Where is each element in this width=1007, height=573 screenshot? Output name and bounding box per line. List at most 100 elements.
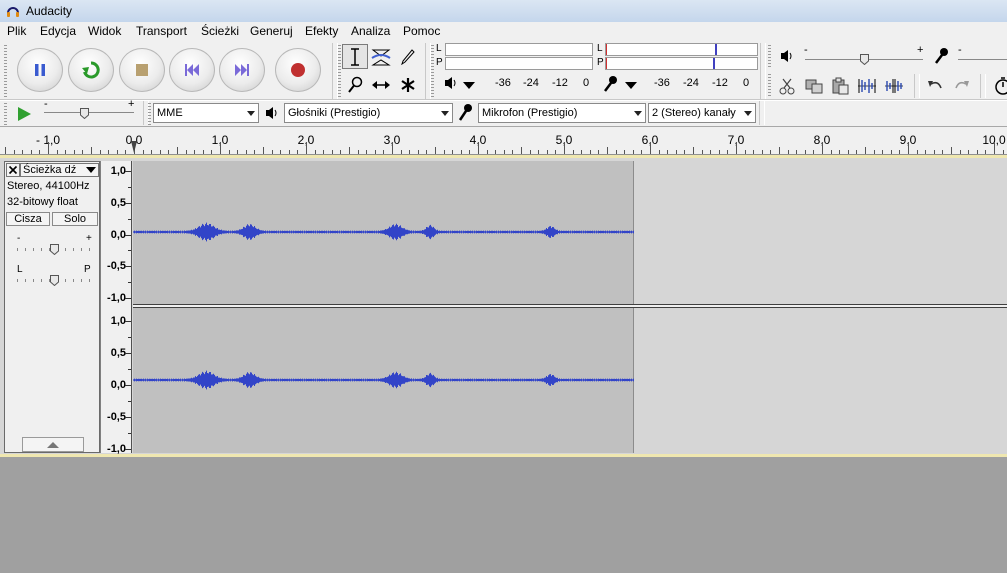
ruler-tick (469, 150, 470, 154)
paste-button[interactable] (828, 74, 852, 98)
envelope-icon (371, 49, 391, 65)
track-name-menu-button[interactable]: Ścieżka dź (20, 163, 99, 177)
amplitude-tick (128, 369, 131, 370)
ruler-tick (22, 150, 23, 154)
play-speed-slider-track[interactable] (44, 112, 134, 113)
ruler-tick (392, 142, 393, 154)
multi-tool-button[interactable] (395, 72, 421, 97)
ruler-tick (684, 150, 685, 154)
input-device-select[interactable]: Mikrofon (Prestigio) (478, 103, 646, 123)
ruler-tick (125, 150, 126, 154)
play-meter-scale-label: -24 (523, 77, 539, 89)
menu-transport[interactable]: Transport (136, 24, 187, 38)
output-device-select[interactable]: Głośniki (Prestigio) (284, 103, 453, 123)
track-name: Ścieżka dź (23, 164, 77, 176)
play-speed-slider-thumb[interactable] (80, 108, 89, 119)
play-meter-scale-label: 0 (583, 77, 590, 89)
timeline-ruler[interactable]: - 1,0 0,0 1,0 2,0 3,0 4,0 5,0 6,0 7,0 8,0 9,0 10,0 (0, 126, 1007, 155)
ruler-tick (736, 142, 737, 154)
tools-toolbar-grip[interactable] (338, 45, 341, 97)
stop-icon (136, 64, 148, 76)
ruler-tick (186, 150, 187, 154)
input-volume-slider-track[interactable] (958, 59, 1007, 60)
input-channels-select[interactable]: 2 (Stereo) kanały (648, 103, 756, 123)
playhead-marker[interactable] (131, 141, 137, 153)
menu-file[interactable]: Plik (7, 24, 26, 38)
record-meter-left-bar[interactable] (605, 43, 758, 56)
ruler-tick (117, 150, 118, 154)
redo-icon (955, 81, 969, 89)
audio-host-value: MME (157, 107, 183, 119)
menu-tracks[interactable]: Ścieżki (201, 24, 239, 38)
menu-generate[interactable]: Generuj (250, 24, 293, 38)
skip-to-start-button[interactable] (169, 48, 215, 92)
toolbar-separator (759, 101, 765, 125)
device-toolbar-grip[interactable] (148, 103, 151, 125)
vertical-amplitude-ruler[interactable]: 1,0 0,5 0,0 -0,5 -1,0 1,0 0,5 0,0 -0,5 -1,0 (100, 161, 132, 455)
output-volume-slider-thumb[interactable] (859, 54, 869, 65)
chevron-down-icon (247, 111, 255, 116)
play-speed-min-label: - (44, 98, 48, 110)
transcription-toolbar-grip[interactable] (4, 103, 7, 125)
copy-button[interactable] (802, 74, 826, 98)
gain-slider-thumb[interactable] (49, 244, 59, 255)
mixer-toolbar-grip[interactable] (768, 45, 771, 69)
trim-audio-icon (858, 79, 876, 93)
loop-icon (82, 61, 100, 79)
play-meter-menu-arrow-icon[interactable] (462, 81, 476, 91)
track-close-button[interactable] (6, 163, 20, 177)
zoom-tool-button[interactable] (342, 72, 368, 97)
menu-edit[interactable]: Edycja (40, 24, 76, 38)
cut-button[interactable] (775, 74, 799, 98)
microphone-icon (604, 76, 617, 92)
menu-help[interactable]: Pomoc (403, 24, 440, 38)
waveform-left-channel[interactable] (133, 161, 1007, 304)
time-shift-tool-button[interactable] (368, 72, 394, 97)
trim-button[interactable] (855, 74, 879, 98)
collapse-track-button[interactable] (22, 437, 84, 452)
pause-button[interactable] (17, 48, 63, 92)
ruler-tick (856, 150, 857, 154)
play-at-speed-icon[interactable] (15, 105, 33, 123)
draw-tool-button[interactable] (395, 44, 421, 69)
ruler-tick (401, 150, 402, 154)
ruler-tick (598, 150, 599, 154)
undo-button[interactable] (923, 74, 947, 98)
ruler-tick (452, 150, 453, 154)
solo-button[interactable]: Solo (52, 212, 98, 226)
record-meter-menu-arrow-icon[interactable] (624, 81, 638, 91)
play-loop-button[interactable] (68, 48, 114, 92)
redo-button[interactable] (950, 74, 974, 98)
play-meter-right-bar[interactable] (445, 57, 593, 70)
meter-toolbar-grip[interactable] (431, 45, 434, 97)
stop-button[interactable] (119, 48, 165, 92)
menu-view[interactable]: Widok (88, 24, 121, 38)
audio-host-select[interactable]: MME (153, 103, 259, 123)
track-control-panel[interactable]: Ścieżka dź Stereo, 44100Hz 32-bitowy flo… (4, 161, 100, 453)
play-meter-left-bar[interactable] (445, 43, 593, 56)
record-meter-right-bar[interactable] (605, 57, 758, 70)
output-device-speaker-icon (266, 107, 277, 119)
ruler-tick (727, 150, 728, 154)
ruler-tick (512, 150, 513, 154)
transport-toolbar-grip[interactable] (4, 45, 7, 97)
menu-effects[interactable]: Efekty (305, 24, 338, 38)
amplitude-tick (125, 353, 131, 354)
sync-lock-button[interactable] (990, 74, 1007, 98)
record-button[interactable] (275, 48, 321, 92)
ruler-tick (521, 147, 522, 154)
ruler-tick (254, 150, 255, 154)
waveform-graphic (133, 222, 634, 242)
menu-analyze[interactable]: Analiza (351, 24, 390, 38)
edit-toolbar-grip[interactable] (768, 74, 771, 98)
silence-button[interactable] (882, 74, 906, 98)
amplitude-label: -0,5 (107, 411, 126, 423)
pan-slider-thumb[interactable] (49, 275, 59, 286)
skip-to-end-button[interactable] (219, 48, 265, 92)
selection-tool-button[interactable] (342, 44, 368, 69)
mute-button[interactable]: Cisza (6, 212, 50, 226)
ruler-tick (315, 150, 316, 154)
output-volume-speaker-icon (781, 50, 792, 62)
waveform-right-channel[interactable] (133, 308, 1007, 453)
envelope-tool-button[interactable] (368, 44, 394, 69)
